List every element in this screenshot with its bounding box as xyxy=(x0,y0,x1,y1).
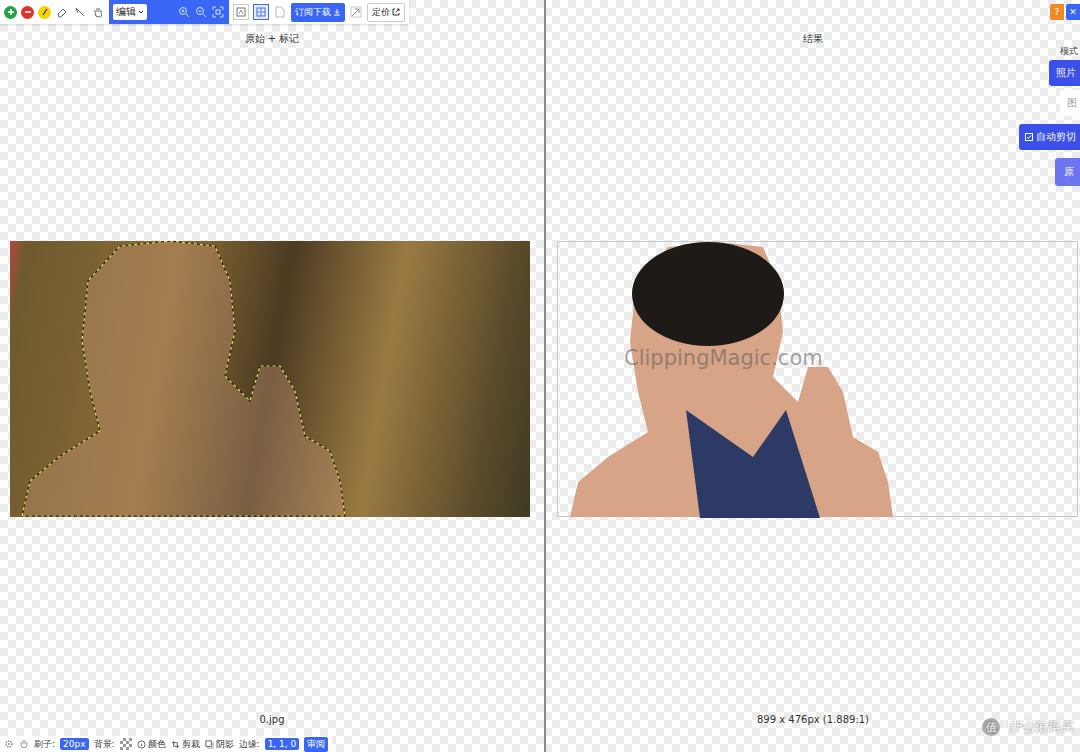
pan-tool-button[interactable] xyxy=(91,5,105,19)
result-panel: 结果ClippingMagic.com899 x 476px (1.889:1)… xyxy=(546,0,1080,752)
add-tool-button[interactable] xyxy=(4,6,17,19)
gear-icon[interactable] xyxy=(4,739,14,749)
minus-icon xyxy=(24,8,32,16)
bottom-bar: 刷子: 20px 背景: 颜色 剪裁 阴影边缘: 1, 1, 0 审阅 xyxy=(0,736,332,752)
download-icon xyxy=(333,8,341,16)
pencil-icon xyxy=(41,8,49,16)
help-button[interactable]: ? xyxy=(1050,4,1064,20)
external-link-icon xyxy=(392,8,400,16)
brush-size-button[interactable]: 20px xyxy=(60,738,89,750)
pricing-button[interactable]: 定价 xyxy=(367,3,405,22)
app-window: 编辑 订阅下载 定价原始 + 标记 0.jpg 刷子: 20px 背景: 颜色 剪裁 阴影边缘: 1… xyxy=(0,0,1080,752)
mode-label: 模式 xyxy=(1060,45,1080,57)
side-controls: ?✕ 模式照片图自动剪切原 xyxy=(1019,4,1080,186)
background-swatch[interactable] xyxy=(120,738,132,750)
watermark: ClippingMagic.com xyxy=(624,346,823,370)
bottom-action-button[interactable]: 颜色 xyxy=(137,738,166,751)
edge-label: 边缘: xyxy=(239,738,260,751)
mode-option-button[interactable]: 图 xyxy=(1060,90,1080,116)
document-icon xyxy=(275,6,285,18)
cutout-image xyxy=(558,242,1079,518)
bottom-action-label: 颜色 xyxy=(148,738,166,751)
fit-button[interactable] xyxy=(211,5,225,19)
site-watermark: 值什么值得买 xyxy=(982,718,1074,736)
zoom-out-button[interactable] xyxy=(194,5,208,19)
eraser-icon xyxy=(56,6,68,18)
auto-clip-label: 自动剪切 xyxy=(1036,130,1076,144)
auto-clip-button[interactable]: 自动剪切 xyxy=(1019,124,1080,150)
site-name: 什么值得买 xyxy=(1009,718,1074,736)
chevron-down-icon xyxy=(138,9,144,15)
review-button[interactable]: 审阅 xyxy=(304,737,328,752)
hand-settings-icon[interactable] xyxy=(19,739,29,749)
view-toggle-button[interactable] xyxy=(233,4,249,20)
zoom-in-button[interactable] xyxy=(177,5,191,19)
bottom-action-label: 阴影 xyxy=(216,738,234,751)
bottom-action-label: 剪裁 xyxy=(182,738,200,751)
view-toggle-button[interactable] xyxy=(253,4,269,20)
single-view-icon xyxy=(236,7,246,17)
pricing-label: 定价 xyxy=(372,6,390,19)
color-icon xyxy=(137,740,146,749)
checkbox-icon xyxy=(1025,133,1033,141)
eraser-tool-button[interactable] xyxy=(55,5,69,19)
close-button[interactable]: ✕ xyxy=(1066,4,1080,20)
scalpel-icon xyxy=(74,6,86,18)
share-button[interactable] xyxy=(349,5,363,19)
zoom-in-icon xyxy=(178,6,190,18)
share-icon xyxy=(350,6,362,18)
original-button[interactable]: 原 xyxy=(1055,158,1080,186)
edit-group: 编辑 xyxy=(109,0,229,24)
mode-option-button[interactable]: 照片 xyxy=(1049,60,1080,86)
document-button[interactable] xyxy=(273,5,287,19)
filename: 0.jpg xyxy=(0,712,544,728)
original-photo[interactable] xyxy=(10,241,530,517)
background-label: 背景: xyxy=(94,738,115,751)
crop-icon xyxy=(171,740,180,749)
bottom-action-button[interactable]: 阴影 xyxy=(205,738,234,751)
toolbar: 编辑 订阅下载 定价 xyxy=(0,0,409,24)
edge-value-button[interactable]: 1, 1, 0 xyxy=(265,738,300,750)
result-stage: ClippingMagic.com xyxy=(546,46,1080,712)
subscribe-label: 订阅下载 xyxy=(295,6,331,19)
plus-icon xyxy=(7,8,15,16)
zoom-out-icon xyxy=(195,6,207,18)
original-stage xyxy=(0,46,544,712)
panel-title: 结果 xyxy=(546,32,1080,46)
result-preview: ClippingMagic.com xyxy=(557,241,1078,517)
mode-dropdown[interactable]: 编辑 xyxy=(113,4,147,20)
fit-screen-icon xyxy=(212,6,224,18)
brush-label: 刷子: xyxy=(34,738,55,751)
subscribe-download-button[interactable]: 订阅下载 xyxy=(291,3,345,22)
site-logo: 值 xyxy=(982,718,1000,736)
panel-title: 原始 + 标记 xyxy=(0,32,544,46)
bottom-action-button[interactable]: 剪裁 xyxy=(171,738,200,751)
original-panel: 编辑 订阅下载 定价原始 + 标记 0.jpg 刷子: 20px 背景: 颜色 剪裁 阴影边缘: 1… xyxy=(0,0,546,752)
split-view-icon xyxy=(256,7,266,17)
shadow-icon xyxy=(205,740,214,749)
mode-label: 编辑 xyxy=(116,5,136,19)
window-buttons: ?✕ xyxy=(1050,4,1080,20)
hand-icon xyxy=(92,6,104,18)
selection-outline xyxy=(10,241,530,517)
scalpel-tool-button[interactable] xyxy=(73,5,87,19)
hair-tool-button[interactable] xyxy=(38,6,51,19)
remove-tool-button[interactable] xyxy=(21,6,34,19)
